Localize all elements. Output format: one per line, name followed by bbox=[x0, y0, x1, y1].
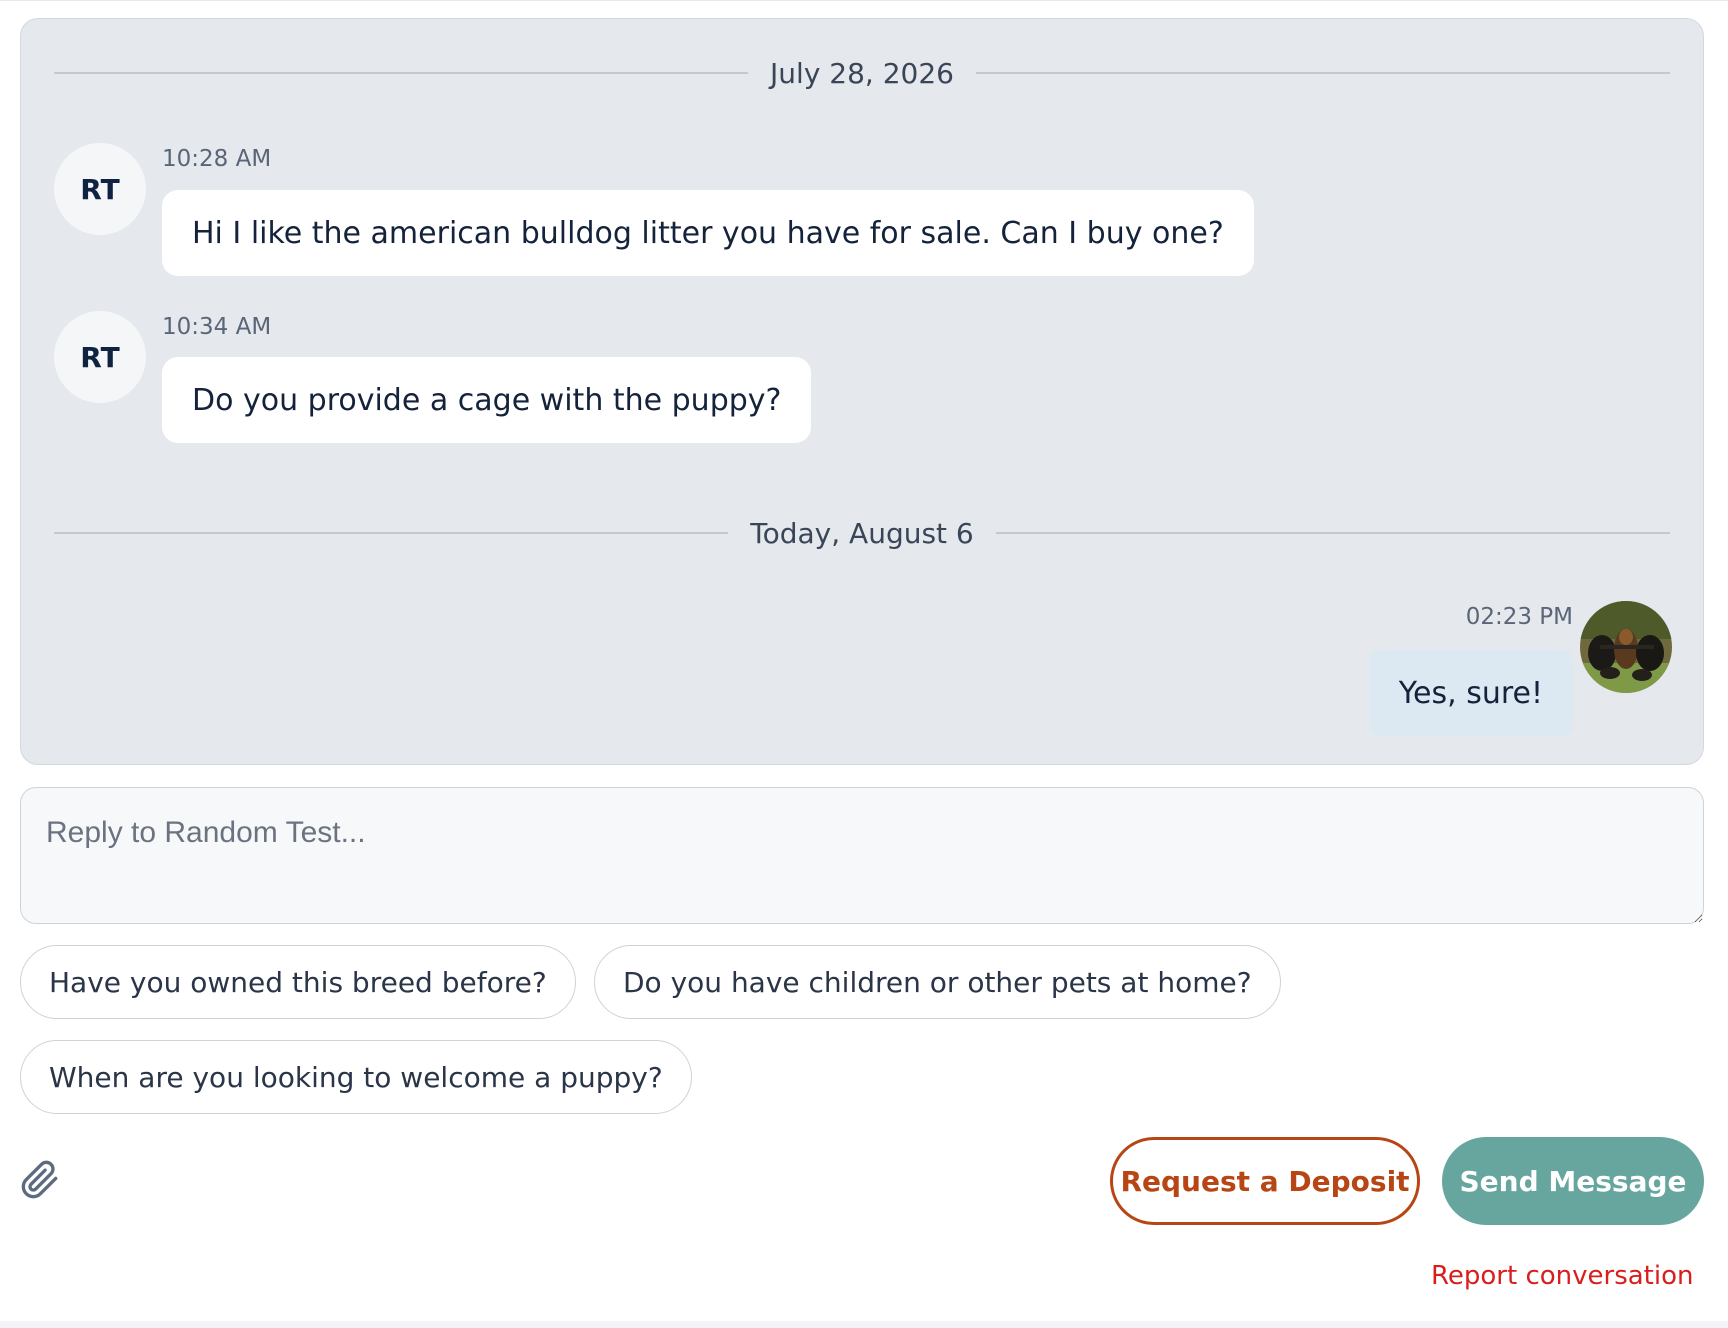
divider-line bbox=[995, 532, 1671, 534]
messaging-page: July 28, 2026 RT 10:28 AM Hi I like the … bbox=[0, 0, 1728, 1328]
request-deposit-button[interactable]: Request a Deposit bbox=[1110, 1137, 1420, 1225]
page-footer-band bbox=[0, 1321, 1728, 1328]
message-time: 10:28 AM bbox=[162, 146, 272, 172]
date-divider: July 28, 2026 bbox=[54, 53, 1671, 93]
suggestion-chip-welcome-timing[interactable]: When are you looking to welcome a puppy? bbox=[20, 1040, 692, 1114]
suggestion-chip-children-pets[interactable]: Do you have children or other pets at ho… bbox=[594, 945, 1281, 1019]
message-time: 02:23 PM bbox=[1465, 604, 1573, 630]
message-bubble: Hi I like the american bulldog litter yo… bbox=[162, 190, 1254, 276]
sender-avatar: RT bbox=[54, 311, 146, 403]
message-time: 10:34 AM bbox=[162, 314, 272, 340]
report-conversation-link[interactable]: Report conversation bbox=[1431, 1261, 1694, 1291]
divider-line bbox=[975, 72, 1671, 74]
conversation-panel: July 28, 2026 RT 10:28 AM Hi I like the … bbox=[20, 18, 1704, 765]
date-divider: Today, August 6 bbox=[54, 513, 1671, 553]
message-bubble: Do you provide a cage with the puppy? bbox=[162, 357, 812, 443]
send-message-button[interactable]: Send Message bbox=[1442, 1137, 1704, 1225]
reply-input[interactable] bbox=[20, 787, 1704, 924]
attach-button[interactable] bbox=[20, 1159, 60, 1201]
date-label: Today, August 6 bbox=[750, 516, 974, 550]
divider-line bbox=[54, 532, 729, 534]
sender-avatar: RT bbox=[54, 143, 146, 235]
dog-photo-avatar bbox=[1580, 601, 1672, 693]
dog-photo-icon bbox=[1580, 601, 1672, 693]
divider-line bbox=[54, 72, 749, 74]
own-message-bubble: Yes, sure! bbox=[1368, 650, 1573, 736]
paperclip-icon bbox=[21, 1160, 58, 1199]
date-label: July 28, 2026 bbox=[770, 56, 954, 90]
suggestion-chip-breed-experience[interactable]: Have you owned this breed before? bbox=[20, 945, 576, 1019]
